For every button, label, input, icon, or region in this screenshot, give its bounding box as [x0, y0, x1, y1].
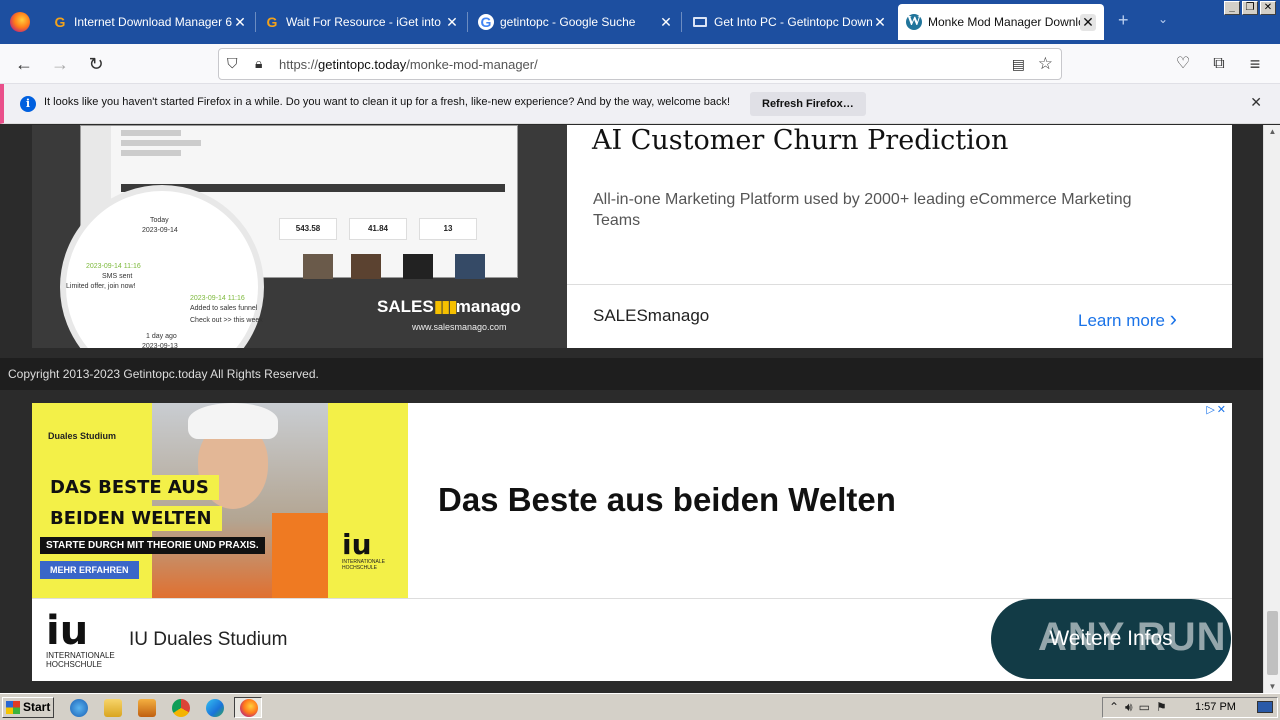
new-tab-icon[interactable]: +	[1118, 10, 1129, 31]
menu-icon[interactable]: ≡	[1244, 53, 1266, 75]
anyrun-watermark: ANY RUN	[1038, 615, 1227, 659]
monitor-icon	[692, 14, 708, 30]
tab-title: Internet Download Manager 6 I	[74, 15, 232, 29]
tray-icons[interactable]: ⌃🔊︎▭⚑	[1109, 700, 1173, 715]
tab-title: Monke Mod Manager Download	[928, 15, 1080, 29]
window-controls: _ ❐ ✕	[1224, 1, 1276, 15]
iu-logo: iu INTERNATIONALE HOCHSCHULE	[46, 608, 115, 669]
tab-monke[interactable]: W Monke Mod Manager Download ✕	[898, 4, 1104, 40]
ad-tag: Duales Studium	[48, 431, 117, 441]
scroll-up-icon[interactable]: ▲	[1264, 127, 1280, 136]
minimize-button[interactable]: _	[1224, 1, 1240, 15]
ad-headline[interactable]: Das Beste aus beiden Welten	[438, 481, 896, 519]
url-bar[interactable]: ⛉ 🔒︎ https://getintopc.today/monke-mod-m…	[218, 48, 1062, 80]
g-icon: G	[266, 14, 278, 30]
ad-image[interactable]: Duales Studium DAS BESTE AUS BEIDEN WELT…	[32, 403, 408, 598]
tab-getintopc[interactable]: Get Into PC - Getintopc Downlo ✕	[684, 4, 896, 40]
ie-icon[interactable]	[70, 699, 88, 717]
tab-google[interactable]: G getintopc - Google Suche ✕	[470, 4, 682, 40]
tab-idm[interactable]: G Internet Download Manager 6 I ✕	[44, 4, 256, 40]
ad-slogan-line1: DAS BESTE AUS	[40, 475, 219, 500]
close-icon[interactable]: ✕	[444, 14, 460, 31]
tab-bar: G Internet Download Manager 6 I ✕ G Wait…	[0, 0, 1280, 44]
chevron-right-icon: ›	[1169, 306, 1177, 331]
extensions-icon[interactable]: ⧉	[1208, 53, 1230, 75]
start-button[interactable]: Start	[2, 697, 54, 718]
iu-logo: iu INTERNATIONALE HOCHSCHULE	[342, 528, 385, 572]
info-icon: i	[20, 96, 36, 112]
clock[interactable]: 1:57 PM	[1195, 701, 1236, 713]
g-icon: G	[54, 14, 66, 30]
tab-title: Get Into PC - Getintopc Downlo	[714, 15, 872, 29]
tab-wait[interactable]: G Wait For Resource - iGet into PC ✕	[256, 4, 468, 40]
chrome-icon[interactable]	[172, 699, 190, 717]
tab-title: Wait For Resource - iGet into PC	[286, 15, 444, 29]
edge-icon[interactable]	[206, 699, 224, 717]
reader-view-icon[interactable]: ▤	[1012, 56, 1025, 73]
bookmark-star-icon[interactable]: ☆	[1038, 54, 1053, 74]
learn-more-link[interactable]: Learn more ›	[1078, 306, 1177, 332]
google-icon: G	[478, 14, 494, 30]
scroll-down-icon[interactable]: ▼	[1264, 682, 1280, 691]
shield-icon[interactable]: ⛉	[227, 55, 243, 73]
notification-message: It looks like you haven't started Firefo…	[44, 96, 731, 108]
site-footer: Copyright 2013-2023 Getintopc.today All …	[0, 358, 1263, 390]
stat-value: 543.58	[279, 218, 337, 240]
close-window-button[interactable]: ✕	[1260, 1, 1276, 15]
tab-title: getintopc - Google Suche	[500, 15, 636, 29]
notification-bar: i It looks like you haven't started Fire…	[0, 84, 1280, 124]
firefox-taskbar-button[interactable]	[234, 697, 262, 718]
close-icon[interactable]: ✕	[232, 14, 248, 31]
ad-band: STARTE DURCH MIT THEORIE UND PRAXIS.	[40, 537, 265, 554]
ad-image[interactable]: 543.58 41.84 13 Today 2023-09-14 2023-09…	[32, 125, 567, 348]
close-icon[interactable]: ✕	[1250, 94, 1262, 111]
windows-flag-icon	[6, 701, 20, 714]
close-icon[interactable]: ✕	[1080, 13, 1096, 31]
page-content: 543.58 41.84 13 Today 2023-09-14 2023-09…	[0, 125, 1263, 693]
salesmanago-ad[interactable]: 543.58 41.84 13 Today 2023-09-14 2023-09…	[32, 125, 1232, 348]
lock-icon[interactable]: 🔒︎	[255, 55, 271, 73]
refresh-firefox-button[interactable]: Refresh Firefox…	[750, 92, 866, 116]
ad-description: All-in-one Marketing Platform used by 20…	[593, 191, 1132, 229]
ad-photo	[152, 403, 328, 598]
ad-advertiser[interactable]: IU Duales Studium	[129, 629, 287, 651]
scrollbar-thumb[interactable]	[1267, 611, 1278, 675]
wordpress-icon: W	[906, 14, 922, 30]
media-icon[interactable]	[138, 699, 156, 717]
stat-value: 41.84	[349, 218, 407, 240]
close-icon[interactable]: ✕	[658, 14, 674, 31]
forward-icon[interactable]: →	[49, 53, 71, 75]
list-tabs-icon[interactable]: ⌄	[1158, 12, 1168, 26]
firefox-icon	[240, 699, 258, 717]
iu-ad[interactable]: Duales Studium DAS BESTE AUS BEIDEN WELT…	[32, 403, 1232, 681]
ad-slogan-line2: BEIDEN WELTEN	[40, 506, 222, 531]
navigation-bar: ← → ↻ ⛉ 🔒︎ https://getintopc.today/monke…	[0, 44, 1280, 84]
reload-icon[interactable]: ↻	[85, 53, 107, 75]
monitor-icon[interactable]	[1257, 701, 1273, 713]
restore-button[interactable]: ❐	[1242, 1, 1258, 15]
adchoices-icon[interactable]: ▷✕	[1206, 403, 1228, 416]
firefox-icon[interactable]	[10, 12, 30, 32]
taskbar: Start ⌃🔊︎▭⚑ 1:57 PM	[0, 693, 1280, 720]
system-tray: ⌃🔊︎▭⚑ 1:57 PM	[1102, 697, 1278, 718]
folder-icon[interactable]	[104, 699, 122, 717]
ad-site: www.salesmanago.com	[412, 322, 507, 332]
close-icon[interactable]: ✕	[872, 14, 888, 31]
back-icon[interactable]: ←	[13, 53, 35, 75]
url-text[interactable]: https://getintopc.today/monke-mod-manage…	[279, 57, 538, 72]
mehr-erfahren-button[interactable]: MEHR ERFAHREN	[40, 561, 139, 579]
copyright-text: Copyright 2013-2023 Getintopc.today All …	[8, 367, 319, 381]
pocket-icon[interactable]: ♡	[1172, 53, 1194, 75]
ad-advertiser[interactable]: SALESmanago	[593, 306, 709, 326]
salesmanago-logo: SALES▮▮▮manago	[377, 297, 521, 316]
page-scrollbar[interactable]: ▲ ▼	[1263, 125, 1280, 693]
stat-value: 13	[419, 218, 477, 240]
ad-headline[interactable]: AI Customer Churn Prediction	[592, 125, 1008, 156]
